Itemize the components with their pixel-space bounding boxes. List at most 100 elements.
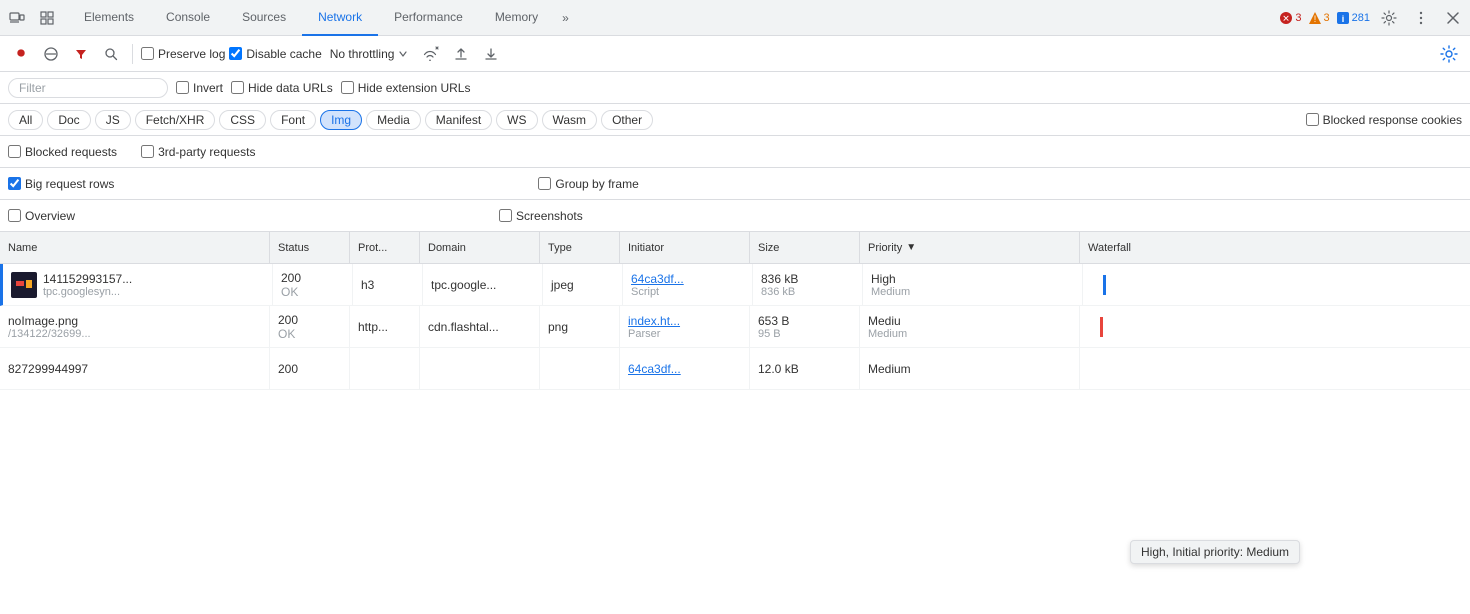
th-initiator[interactable]: Initiator (620, 232, 750, 263)
type-filter-doc[interactable]: Doc (47, 110, 90, 130)
tab-elements[interactable]: Elements (68, 0, 150, 36)
big-rows-checkbox[interactable]: Big request rows (8, 177, 114, 191)
disable-cache-input[interactable] (229, 47, 242, 60)
td-size: 653 B95 B (750, 306, 860, 347)
third-party-checkbox[interactable]: 3rd-party requests (141, 145, 255, 159)
screenshots-input[interactable] (499, 209, 512, 222)
preserve-log-input[interactable] (141, 47, 154, 60)
table-row[interactable]: noImage.png/134122/32699...200OKhttp...c… (0, 306, 1470, 348)
tab-performance[interactable]: Performance (378, 0, 479, 36)
throttle-selector[interactable]: No throttling (326, 45, 413, 63)
hide-data-urls-input[interactable] (231, 81, 244, 94)
initiator-link[interactable]: 64ca3df... (631, 272, 744, 286)
search-icon[interactable] (98, 41, 124, 67)
tab-memory[interactable]: Memory (479, 0, 554, 36)
priority-tooltip: High, Initial priority: Medium (1130, 540, 1300, 564)
type-filter-js[interactable]: JS (95, 110, 131, 130)
td-waterfall (1083, 264, 1470, 305)
th-type[interactable]: Type (540, 232, 620, 263)
waterfall-bar (1100, 317, 1103, 337)
td-size: 836 kB836 kB (753, 264, 863, 305)
type-filter-img[interactable]: Img (320, 110, 362, 130)
th-protocol[interactable]: Prot... (350, 232, 420, 263)
error-badge-yellow: ! 3 (1308, 11, 1330, 25)
filter-icon[interactable] (68, 41, 94, 67)
group-by-frame-checkbox[interactable]: Group by frame (538, 177, 638, 191)
inspect-icon[interactable] (34, 5, 60, 31)
type-filter-css[interactable]: CSS (219, 110, 266, 130)
td-status: 200OK (270, 306, 350, 347)
waterfall-bar (1103, 275, 1106, 295)
overview-input[interactable] (8, 209, 21, 222)
type-filter-wasm[interactable]: Wasm (542, 110, 598, 130)
td-name: 827299944997 (0, 348, 270, 389)
svg-text:✕: ✕ (1283, 13, 1291, 23)
type-filter-all[interactable]: All (8, 110, 43, 130)
wifi-icon (420, 46, 440, 62)
th-waterfall[interactable]: Waterfall (1080, 232, 1470, 263)
blocked-cookies-input[interactable] (1306, 113, 1319, 126)
td-name: 141152993157...tpc.googlesyn... (3, 264, 273, 305)
td-domain: tpc.google... (423, 264, 543, 305)
clear-button[interactable] (38, 41, 64, 67)
hide-extension-urls-checkbox[interactable]: Hide extension URLs (341, 81, 471, 95)
initiator-link[interactable]: index.ht... (628, 314, 741, 328)
preserve-log-checkbox[interactable]: Preserve log (141, 47, 225, 61)
big-rows-input[interactable] (8, 177, 21, 190)
disable-cache-checkbox[interactable]: Disable cache (229, 47, 321, 61)
td-protocol (350, 348, 420, 389)
third-party-input[interactable] (141, 145, 154, 158)
screenshots-checkbox[interactable]: Screenshots (499, 209, 583, 223)
upload-icon[interactable] (448, 41, 474, 67)
th-priority[interactable]: Priority ▼ (860, 232, 1080, 263)
th-status[interactable]: Status (270, 232, 350, 263)
settings-icon[interactable] (1376, 5, 1402, 31)
device-toggle-icon[interactable] (4, 5, 30, 31)
overview-checkbox[interactable]: Overview (8, 209, 75, 223)
type-filter-ws[interactable]: WS (496, 110, 537, 130)
blocked-requests-checkbox[interactable]: Blocked requests (8, 145, 117, 159)
td-domain (420, 348, 540, 389)
td-waterfall (1080, 348, 1470, 389)
tab-bar: Elements Console Sources Network Perform… (0, 0, 1470, 36)
initiator-link[interactable]: 64ca3df... (628, 362, 741, 376)
blocked-requests-input[interactable] (8, 145, 21, 158)
th-domain[interactable]: Domain (420, 232, 540, 263)
error-badge-red: ✕ 3 (1279, 11, 1301, 25)
record-button[interactable]: ⏺ (8, 41, 34, 67)
filter-input[interactable] (8, 78, 168, 98)
table-row[interactable]: 82729994499720064ca3df...12.0 kBMedium (0, 348, 1470, 390)
table-body: 141152993157...tpc.googlesyn...200OKh3tp… (0, 264, 1470, 390)
invert-checkbox[interactable]: Invert (176, 81, 223, 95)
type-filter-other[interactable]: Other (601, 110, 653, 130)
tab-sources[interactable]: Sources (226, 0, 302, 36)
type-filter-manifest[interactable]: Manifest (425, 110, 492, 130)
options-row-3: Overview Screenshots (0, 200, 1470, 232)
th-name[interactable]: Name (0, 232, 270, 263)
network-toolbar: ⏺ Preserve log Disable cache No throttli… (0, 36, 1470, 72)
svg-text:i: i (1341, 14, 1344, 24)
download-icon[interactable] (478, 41, 504, 67)
options-row-2: Big request rows Group by frame (0, 168, 1470, 200)
th-size[interactable]: Size (750, 232, 860, 263)
invert-input[interactable] (176, 81, 189, 94)
td-domain: cdn.flashtal... (420, 306, 540, 347)
hide-extension-urls-input[interactable] (341, 81, 354, 94)
type-filter-font[interactable]: Font (270, 110, 316, 130)
td-waterfall (1080, 306, 1470, 347)
tab-network[interactable]: Network (302, 0, 378, 36)
divider-1 (132, 44, 133, 64)
network-settings-icon[interactable] (1436, 41, 1462, 67)
blocked-cookies-checkbox[interactable]: Blocked response cookies (1306, 113, 1462, 127)
table-row[interactable]: 141152993157...tpc.googlesyn...200OKh3tp… (0, 264, 1470, 306)
close-icon[interactable] (1440, 5, 1466, 31)
td-priority: HighMedium (863, 264, 1083, 305)
tab-console[interactable]: Console (150, 0, 226, 36)
td-status: 200 (270, 348, 350, 389)
group-by-frame-input[interactable] (538, 177, 551, 190)
hide-data-urls-checkbox[interactable]: Hide data URLs (231, 81, 333, 95)
more-options-icon[interactable] (1408, 5, 1434, 31)
type-filter-media[interactable]: Media (366, 110, 421, 130)
type-filter-fetch-xhr[interactable]: Fetch/XHR (135, 110, 216, 130)
tab-more-icon[interactable]: » (554, 0, 577, 36)
